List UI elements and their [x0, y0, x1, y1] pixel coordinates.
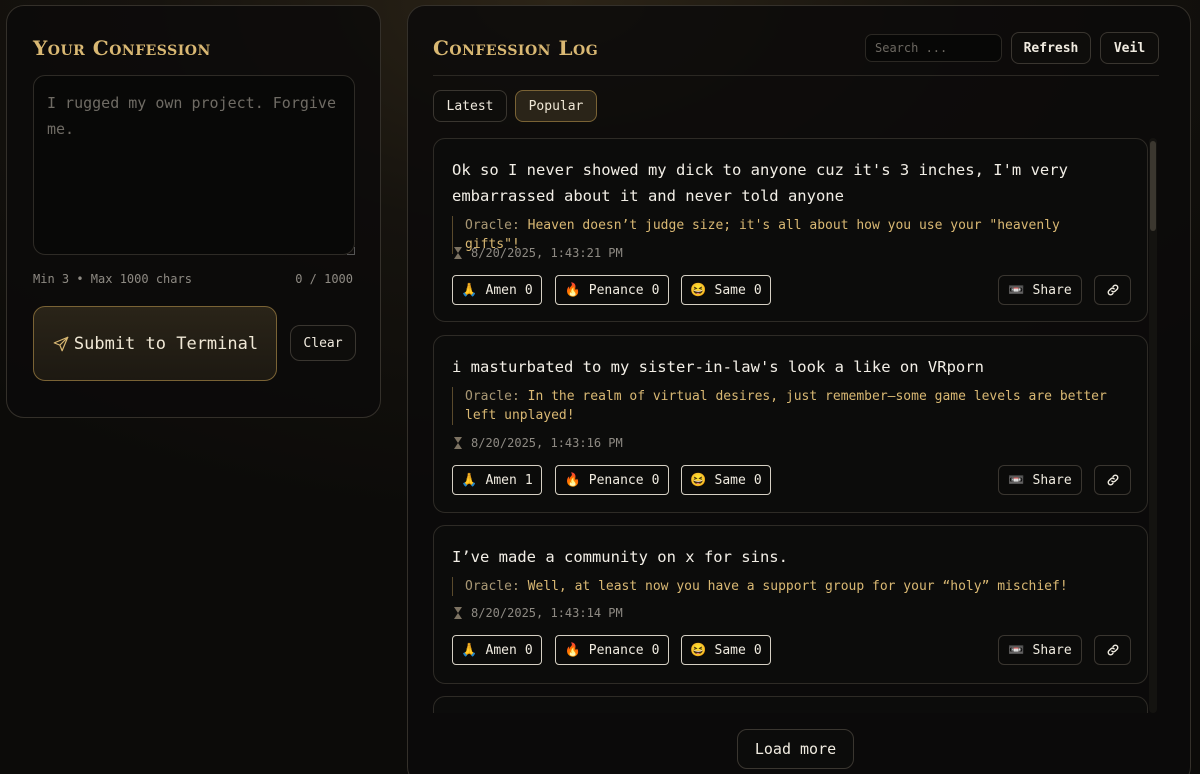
timestamp: 8/20/2025, 1:43:21 PM — [454, 246, 623, 260]
send-icon — [53, 336, 69, 352]
same-count: 0 — [753, 472, 762, 488]
confession-card: Ok so I never showed my dick to anyone c… — [433, 138, 1148, 322]
compose-title: Your Confession — [33, 36, 211, 60]
share-button[interactable]: 📼 Share — [998, 465, 1082, 495]
confession-input[interactable] — [33, 75, 355, 255]
submit-label: Submit to Terminal — [73, 333, 259, 354]
timestamp: 8/20/2025, 1:43:14 PM — [454, 606, 623, 620]
confession-card: I’ve made a community on x for sins. Ora… — [433, 525, 1148, 684]
copy-link-button[interactable] — [1094, 465, 1131, 495]
same-label: Same — [714, 642, 746, 658]
load-more-button[interactable]: Load more — [737, 729, 854, 769]
same-label: Same — [714, 472, 746, 488]
penance-label: Penance — [588, 642, 644, 658]
praying-hands-icon: 🙏 — [461, 642, 478, 658]
grinning-face-icon: 😆 — [690, 282, 707, 298]
confession-card — [433, 696, 1148, 713]
penance-count: 0 — [651, 472, 660, 488]
same-label: Same — [714, 282, 746, 298]
oracle-reply: Oracle: In the realm of virtual desires,… — [452, 387, 1122, 425]
amen-button[interactable]: 🙏 Amen 0 — [452, 635, 542, 665]
link-icon — [1107, 284, 1118, 296]
praying-hands-icon: 🙏 — [461, 282, 478, 298]
same-button[interactable]: 😆 Same 0 — [681, 465, 771, 495]
oracle-text: Well, at least now you have a support gr… — [527, 579, 1068, 594]
oracle-label: Oracle: — [465, 218, 520, 233]
timestamp-text: 8/20/2025, 1:43:14 PM — [471, 606, 623, 620]
fire-icon: 🔥 — [564, 642, 581, 658]
share-button[interactable]: 📼 Share — [998, 635, 1082, 665]
penance-count: 0 — [651, 642, 660, 658]
fire-icon: 🔥 — [564, 472, 581, 488]
same-button[interactable]: 😆 Same 0 — [681, 635, 771, 665]
hourglass-icon — [454, 247, 463, 259]
link-icon — [1107, 474, 1118, 486]
amen-label: Amen — [485, 282, 517, 298]
oracle-text: In the realm of virtual desires, just re… — [465, 389, 1107, 423]
penance-count: 0 — [651, 282, 660, 298]
log-title: Confession Log — [433, 36, 599, 60]
share-label: Share — [1032, 282, 1072, 298]
length-hint: Min 3 • Max 1000 chars — [33, 272, 192, 286]
hourglass-icon — [454, 437, 463, 449]
penance-button[interactable]: 🔥 Penance 0 — [555, 275, 669, 305]
copy-link-button[interactable] — [1094, 275, 1131, 305]
share-button[interactable]: 📼 Share — [998, 275, 1082, 305]
oracle-label: Oracle: — [465, 389, 520, 404]
same-count: 0 — [753, 642, 762, 658]
amen-count: 0 — [524, 642, 533, 658]
tab-latest[interactable]: Latest — [433, 90, 507, 122]
clear-button[interactable]: Clear — [290, 325, 356, 361]
penance-button[interactable]: 🔥 Penance 0 — [555, 635, 669, 665]
share-label: Share — [1032, 642, 1072, 658]
veil-button[interactable]: Veil — [1100, 32, 1159, 64]
fire-icon: 🔥 — [564, 282, 581, 298]
header-divider — [433, 75, 1159, 76]
penance-label: Penance — [588, 282, 644, 298]
submit-button[interactable]: Submit to Terminal — [33, 306, 277, 381]
videocassette-icon: 📼 — [1008, 642, 1025, 658]
timestamp-text: 8/20/2025, 1:43:21 PM — [471, 246, 623, 260]
search-input[interactable] — [865, 34, 1002, 62]
timestamp-text: 8/20/2025, 1:43:16 PM — [471, 436, 623, 450]
same-count: 0 — [753, 282, 762, 298]
grinning-face-icon: 😆 — [690, 642, 707, 658]
amen-button[interactable]: 🙏 Amen 0 — [452, 275, 542, 305]
confession-feed: Ok so I never showed my dick to anyone c… — [433, 138, 1149, 713]
char-counter: 0 / 1000 — [295, 272, 353, 286]
share-label: Share — [1032, 472, 1072, 488]
confession-card: i masturbated to my sister-in-law's look… — [433, 335, 1148, 513]
penance-button[interactable]: 🔥 Penance 0 — [555, 465, 669, 495]
tab-popular[interactable]: Popular — [515, 90, 597, 122]
confession-text: I’ve made a community on x for sins. — [452, 548, 788, 566]
amen-label: Amen — [485, 472, 517, 488]
penance-label: Penance — [588, 472, 644, 488]
praying-hands-icon: 🙏 — [461, 472, 478, 488]
refresh-button[interactable]: Refresh — [1011, 32, 1091, 64]
copy-link-button[interactable] — [1094, 635, 1131, 665]
link-icon — [1107, 644, 1118, 656]
videocassette-icon: 📼 — [1008, 282, 1025, 298]
compose-panel: Your Confession Min 3 • Max 1000 chars 0… — [6, 5, 381, 418]
confession-text: i masturbated to my sister-in-law's look… — [452, 358, 984, 376]
feed-scroll-thumb[interactable] — [1150, 141, 1156, 231]
textarea-resize-handle[interactable] — [347, 247, 355, 255]
timestamp: 8/20/2025, 1:43:16 PM — [454, 436, 623, 450]
confession-text: Ok so I never showed my dick to anyone c… — [452, 161, 1068, 205]
oracle-reply: Oracle: Well, at least now you have a su… — [452, 577, 1122, 596]
amen-button[interactable]: 🙏 Amen 1 — [452, 465, 542, 495]
confession-log-panel: Confession Log Refresh Veil Latest Popul… — [407, 5, 1191, 774]
amen-label: Amen — [485, 642, 517, 658]
same-button[interactable]: 😆 Same 0 — [681, 275, 771, 305]
hourglass-icon — [454, 607, 463, 619]
videocassette-icon: 📼 — [1008, 472, 1025, 488]
oracle-label: Oracle: — [465, 579, 520, 594]
grinning-face-icon: 😆 — [690, 472, 707, 488]
amen-count: 1 — [524, 472, 533, 488]
amen-count: 0 — [524, 282, 533, 298]
